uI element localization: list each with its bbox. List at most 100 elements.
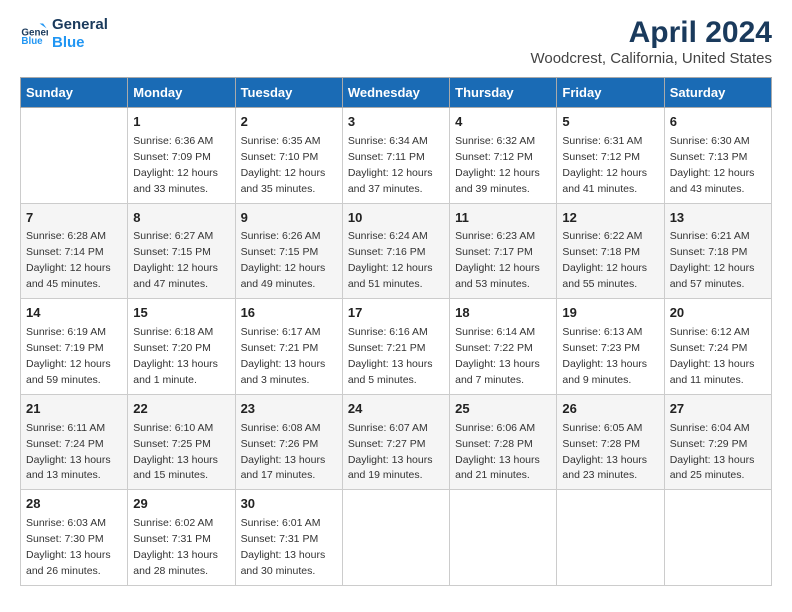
- calendar-cell: 1 Sunrise: 6:36 AM Sunset: 7:09 PM Daylig…: [128, 108, 235, 204]
- calendar-table: SundayMondayTuesdayWednesdayThursdayFrid…: [20, 77, 772, 586]
- header-day-saturday: Saturday: [664, 78, 771, 108]
- calendar-cell: 28 Sunrise: 6:03 AM Sunset: 7:30 PM Dayli…: [21, 490, 128, 586]
- day-detail: Sunrise: 6:19 AM Sunset: 7:19 PM Dayligh…: [26, 326, 111, 386]
- calendar-week-row: 7 Sunrise: 6:28 AM Sunset: 7:14 PM Daylig…: [21, 203, 772, 299]
- day-number: 19: [562, 304, 658, 323]
- day-number: 9: [241, 209, 337, 228]
- day-detail: Sunrise: 6:05 AM Sunset: 7:28 PM Dayligh…: [562, 422, 647, 482]
- day-detail: Sunrise: 6:06 AM Sunset: 7:28 PM Dayligh…: [455, 422, 540, 482]
- calendar-cell: 6Sunrise: 6:30 AM Sunset: 7:13 PM Daylig…: [664, 108, 771, 204]
- calendar-cell: [664, 490, 771, 586]
- calendar-cell: 19 Sunrise: 6:13 AM Sunset: 7:23 PM Dayli…: [557, 299, 664, 395]
- logo-icon: General Blue: [20, 20, 48, 48]
- calendar-cell: 22 Sunrise: 6:10 AM Sunset: 7:25 PM Dayli…: [128, 394, 235, 490]
- day-detail: Sunrise: 6:16 AM Sunset: 7:21 PM Dayligh…: [348, 326, 433, 386]
- calendar-cell: 12 Sunrise: 6:22 AM Sunset: 7:18 PM Dayli…: [557, 203, 664, 299]
- day-number: 27: [670, 400, 766, 419]
- day-number: 15: [133, 304, 229, 323]
- day-detail: Sunrise: 6:21 AM Sunset: 7:18 PM Dayligh…: [670, 230, 755, 290]
- calendar-cell: 24Sunrise: 6:07 AM Sunset: 7:27 PM Dayli…: [342, 394, 449, 490]
- calendar-week-row: 21Sunrise: 6:11 AM Sunset: 7:24 PM Dayli…: [21, 394, 772, 490]
- logo-blue: Blue: [52, 34, 108, 52]
- day-number: 17: [348, 304, 444, 323]
- day-number: 5: [562, 113, 658, 132]
- day-number: 30: [241, 495, 337, 514]
- day-detail: Sunrise: 6:22 AM Sunset: 7:18 PM Dayligh…: [562, 230, 647, 290]
- day-detail: Sunrise: 6:01 AM Sunset: 7:31 PM Dayligh…: [241, 517, 326, 577]
- calendar-cell: 21Sunrise: 6:11 AM Sunset: 7:24 PM Dayli…: [21, 394, 128, 490]
- calendar-cell: 15 Sunrise: 6:18 AM Sunset: 7:20 PM Dayli…: [128, 299, 235, 395]
- header-day-wednesday: Wednesday: [342, 78, 449, 108]
- calendar-cell: 20 Sunrise: 6:12 AM Sunset: 7:24 PM Dayli…: [664, 299, 771, 395]
- day-number: 10: [348, 209, 444, 228]
- day-number: 11: [455, 209, 551, 228]
- calendar-cell: 2 Sunrise: 6:35 AM Sunset: 7:10 PM Daylig…: [235, 108, 342, 204]
- day-detail: Sunrise: 6:26 AM Sunset: 7:15 PM Dayligh…: [241, 230, 326, 290]
- day-detail: Sunrise: 6:31 AM Sunset: 7:12 PM Dayligh…: [562, 135, 647, 195]
- day-detail: Sunrise: 6:02 AM Sunset: 7:31 PM Dayligh…: [133, 517, 218, 577]
- calendar-cell: 23 Sunrise: 6:08 AM Sunset: 7:26 PM Dayli…: [235, 394, 342, 490]
- header-day-sunday: Sunday: [21, 78, 128, 108]
- calendar-cell: 8Sunrise: 6:27 AM Sunset: 7:15 PM Daylig…: [128, 203, 235, 299]
- calendar-week-row: 28 Sunrise: 6:03 AM Sunset: 7:30 PM Dayli…: [21, 490, 772, 586]
- day-number: 29: [133, 495, 229, 514]
- day-detail: Sunrise: 6:14 AM Sunset: 7:22 PM Dayligh…: [455, 326, 540, 386]
- calendar-cell: 11 Sunrise: 6:23 AM Sunset: 7:17 PM Dayli…: [450, 203, 557, 299]
- day-detail: Sunrise: 6:23 AM Sunset: 7:17 PM Dayligh…: [455, 230, 540, 290]
- day-detail: Sunrise: 6:03 AM Sunset: 7:30 PM Dayligh…: [26, 517, 111, 577]
- calendar-week-row: 14 Sunrise: 6:19 AM Sunset: 7:19 PM Dayli…: [21, 299, 772, 395]
- day-detail: Sunrise: 6:13 AM Sunset: 7:23 PM Dayligh…: [562, 326, 647, 386]
- calendar-cell: 27 Sunrise: 6:04 AM Sunset: 7:29 PM Dayli…: [664, 394, 771, 490]
- header-day-tuesday: Tuesday: [235, 78, 342, 108]
- calendar-cell: 29 Sunrise: 6:02 AM Sunset: 7:31 PM Dayli…: [128, 490, 235, 586]
- day-number: 23: [241, 400, 337, 419]
- calendar-cell: 17 Sunrise: 6:16 AM Sunset: 7:21 PM Dayli…: [342, 299, 449, 395]
- calendar-cell: 14 Sunrise: 6:19 AM Sunset: 7:19 PM Dayli…: [21, 299, 128, 395]
- day-number: 25: [455, 400, 551, 419]
- day-detail: Sunrise: 6:04 AM Sunset: 7:29 PM Dayligh…: [670, 422, 755, 482]
- calendar-cell: 16Sunrise: 6:17 AM Sunset: 7:21 PM Dayli…: [235, 299, 342, 395]
- day-detail: Sunrise: 6:27 AM Sunset: 7:15 PM Dayligh…: [133, 230, 218, 290]
- day-number: 28: [26, 495, 122, 514]
- day-number: 20: [670, 304, 766, 323]
- header-day-friday: Friday: [557, 78, 664, 108]
- calendar-week-row: 1 Sunrise: 6:36 AM Sunset: 7:09 PM Daylig…: [21, 108, 772, 204]
- day-number: 22: [133, 400, 229, 419]
- calendar-cell: 18Sunrise: 6:14 AM Sunset: 7:22 PM Dayli…: [450, 299, 557, 395]
- day-detail: Sunrise: 6:12 AM Sunset: 7:24 PM Dayligh…: [670, 326, 755, 386]
- day-number: 12: [562, 209, 658, 228]
- calendar-cell: [557, 490, 664, 586]
- logo-general: General: [52, 16, 108, 34]
- day-number: 3: [348, 113, 444, 132]
- calendar-cell: 25 Sunrise: 6:06 AM Sunset: 7:28 PM Dayli…: [450, 394, 557, 490]
- calendar-cell: 4Sunrise: 6:32 AM Sunset: 7:12 PM Daylig…: [450, 108, 557, 204]
- day-number: 6: [670, 113, 766, 132]
- day-number: 1: [133, 113, 229, 132]
- calendar-cell: [21, 108, 128, 204]
- svg-text:Blue: Blue: [21, 36, 43, 47]
- day-detail: Sunrise: 6:17 AM Sunset: 7:21 PM Dayligh…: [241, 326, 326, 386]
- calendar-cell: 26 Sunrise: 6:05 AM Sunset: 7:28 PM Dayli…: [557, 394, 664, 490]
- day-number: 13: [670, 209, 766, 228]
- calendar-cell: 3Sunrise: 6:34 AM Sunset: 7:11 PM Daylig…: [342, 108, 449, 204]
- day-detail: Sunrise: 6:08 AM Sunset: 7:26 PM Dayligh…: [241, 422, 326, 482]
- calendar-subtitle: Woodcrest, California, United States: [530, 50, 772, 67]
- header-day-thursday: Thursday: [450, 78, 557, 108]
- day-detail: Sunrise: 6:18 AM Sunset: 7:20 PM Dayligh…: [133, 326, 218, 386]
- calendar-cell: 10Sunrise: 6:24 AM Sunset: 7:16 PM Dayli…: [342, 203, 449, 299]
- day-detail: Sunrise: 6:36 AM Sunset: 7:09 PM Dayligh…: [133, 135, 218, 195]
- day-number: 2: [241, 113, 337, 132]
- day-number: 7: [26, 209, 122, 228]
- header: General Blue General Blue April 2024 Woo…: [20, 16, 772, 67]
- day-detail: Sunrise: 6:10 AM Sunset: 7:25 PM Dayligh…: [133, 422, 218, 482]
- day-detail: Sunrise: 6:28 AM Sunset: 7:14 PM Dayligh…: [26, 230, 111, 290]
- day-detail: Sunrise: 6:35 AM Sunset: 7:10 PM Dayligh…: [241, 135, 326, 195]
- calendar-cell: 30 Sunrise: 6:01 AM Sunset: 7:31 PM Dayli…: [235, 490, 342, 586]
- day-number: 26: [562, 400, 658, 419]
- day-number: 24: [348, 400, 444, 419]
- day-number: 14: [26, 304, 122, 323]
- calendar-cell: [450, 490, 557, 586]
- calendar-cell: 7 Sunrise: 6:28 AM Sunset: 7:14 PM Daylig…: [21, 203, 128, 299]
- title-area: April 2024 Woodcrest, California, United…: [530, 16, 772, 67]
- logo: General Blue General Blue: [20, 16, 108, 52]
